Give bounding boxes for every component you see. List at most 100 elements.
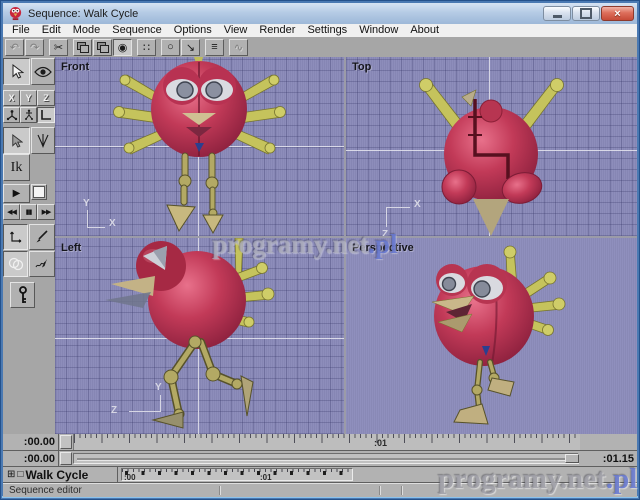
viewport-splitter-horizontal[interactable]	[55, 236, 637, 238]
menu-settings[interactable]: Settings	[301, 24, 353, 37]
undo-button[interactable]: ↶	[5, 39, 24, 56]
joint-icon	[6, 109, 18, 121]
points-mode-button[interactable]: ∷	[137, 39, 156, 56]
status-bar: Sequence editor	[3, 483, 637, 497]
list-view-button[interactable]: ≡	[205, 39, 224, 56]
menu-window[interactable]: Window	[353, 24, 404, 37]
axes-corner-icon	[40, 109, 52, 121]
menu-sequence[interactable]: Sequence	[106, 24, 168, 37]
track-header[interactable]: ⊞ □ Walk Cycle	[3, 467, 118, 482]
play-button[interactable]: ▶	[3, 184, 30, 203]
bird-model-front-view	[55, 57, 344, 236]
cursor-icon	[10, 134, 23, 148]
circle-select-button[interactable]: ○	[161, 39, 180, 56]
sketch-tool-button[interactable]	[29, 251, 55, 277]
copy-icon	[77, 42, 88, 52]
menu-about[interactable]: About	[404, 24, 445, 37]
time-ruler[interactable]: :01	[73, 434, 580, 450]
keyframe-tick-second: :01	[260, 473, 272, 482]
pose-select-button[interactable]	[3, 127, 30, 154]
expand-icon[interactable]: ⊞	[7, 469, 15, 480]
redo-icon: ↷	[30, 41, 39, 54]
skip-end-icon: ▶▶	[42, 208, 51, 216]
timeline-ruler-row: :00.00 :01	[3, 434, 637, 451]
keyframe-strip[interactable]: :00 :01	[121, 468, 353, 481]
title-bar[interactable]: Sequence: Walk Cycle ×	[3, 3, 637, 24]
menu-edit[interactable]: Edit	[36, 24, 67, 37]
viewport-perspective[interactable]: Perspective	[346, 238, 637, 434]
range-end-display: :01.15	[603, 451, 634, 466]
axis-z-button[interactable]: Z	[37, 90, 55, 106]
timeline-mini-button[interactable]	[60, 435, 72, 449]
joint-tool-button[interactable]	[3, 107, 20, 123]
track-checkbox-icon[interactable]: □	[17, 469, 23, 480]
menu-bar: File Edit Mode Sequence Options View Ren…	[3, 24, 637, 37]
local-axes-button[interactable]	[37, 107, 55, 123]
range-mini-button[interactable]	[60, 452, 72, 465]
lasso-icon	[8, 257, 24, 271]
duplicate-button[interactable]	[93, 39, 112, 56]
toolbar: ↶ ↷ ✂ ◉ ∷ ○ ↘ ≡ ∿	[3, 37, 637, 57]
lasso-tool-button[interactable]	[3, 251, 28, 277]
keyframe-tool-button[interactable]	[10, 282, 35, 308]
status-separator	[219, 486, 220, 495]
axis-x-button[interactable]: X	[3, 90, 20, 106]
ik-handle-button[interactable]	[31, 127, 55, 154]
viewport-splitter-vertical[interactable]	[344, 57, 346, 434]
axes-corner-icon	[9, 230, 23, 244]
menu-render[interactable]: Render	[253, 24, 301, 37]
status-separator	[379, 486, 380, 495]
visibility-tool-button[interactable]	[31, 58, 55, 85]
bird-model-top-view	[346, 57, 637, 236]
viewport-label: Top	[352, 61, 371, 73]
track-name: Walk Cycle	[25, 468, 88, 482]
skeleton-tool-button[interactable]	[20, 107, 37, 123]
scribble-pen-icon	[34, 256, 50, 272]
app-icon	[8, 6, 23, 21]
viewport-top[interactable]: X Z Top	[346, 57, 637, 236]
skip-end-button[interactable]: ▶▶	[37, 204, 55, 220]
minimize-icon	[553, 15, 562, 18]
stop-button[interactable]	[31, 184, 47, 200]
menu-file[interactable]: File	[6, 24, 36, 37]
axis-indicator-front: Y X	[83, 198, 90, 209]
status-text: Sequence editor	[9, 485, 82, 496]
curve-editor-button[interactable]: ∿	[229, 39, 248, 56]
axis-y-button[interactable]: Y	[20, 90, 37, 106]
duplicate-icon	[97, 42, 108, 52]
sphere-icon: ◉	[118, 41, 128, 54]
ik-mode-button[interactable]: Ik	[3, 154, 30, 181]
select-tool-button[interactable]	[3, 58, 30, 85]
viewport-front[interactable]: Y X Front	[55, 57, 344, 236]
menu-view[interactable]: View	[218, 24, 254, 37]
cut-button[interactable]: ✂	[49, 39, 68, 56]
viewport-left[interactable]: Y Z Left	[55, 238, 344, 434]
pause-button[interactable]: ▮▮	[20, 204, 37, 220]
time-slider[interactable]	[73, 453, 579, 464]
bird-model-perspective-view	[346, 238, 637, 434]
pen-tool-button[interactable]	[29, 224, 55, 250]
slider-thumb[interactable]	[565, 454, 579, 463]
undo-icon: ↶	[10, 41, 19, 54]
eye-icon	[34, 66, 52, 78]
skeleton-icon	[23, 109, 35, 121]
skip-start-icon: ◀◀	[7, 208, 16, 216]
maximize-button[interactable]	[572, 6, 600, 21]
close-icon: ×	[614, 8, 620, 20]
menu-mode[interactable]: Mode	[67, 24, 107, 37]
curve-icon: ∿	[234, 41, 243, 54]
menu-options[interactable]: Options	[168, 24, 218, 37]
orient-tool-button[interactable]	[3, 224, 28, 250]
range-start-display: :00.00	[3, 451, 59, 466]
minimize-button[interactable]	[543, 6, 571, 21]
skip-start-button[interactable]: ◀◀	[3, 204, 20, 220]
trident-icon	[36, 133, 50, 149]
close-button[interactable]: ×	[601, 6, 634, 21]
current-time-display: :00.00	[3, 434, 59, 450]
redo-button[interactable]: ↷	[25, 39, 44, 56]
maximize-icon	[580, 8, 592, 19]
window-title: Sequence: Walk Cycle	[28, 8, 138, 20]
sphere-mode-button[interactable]: ◉	[113, 39, 132, 56]
copy-button[interactable]	[73, 39, 92, 56]
translate-button[interactable]: ↘	[181, 39, 200, 56]
